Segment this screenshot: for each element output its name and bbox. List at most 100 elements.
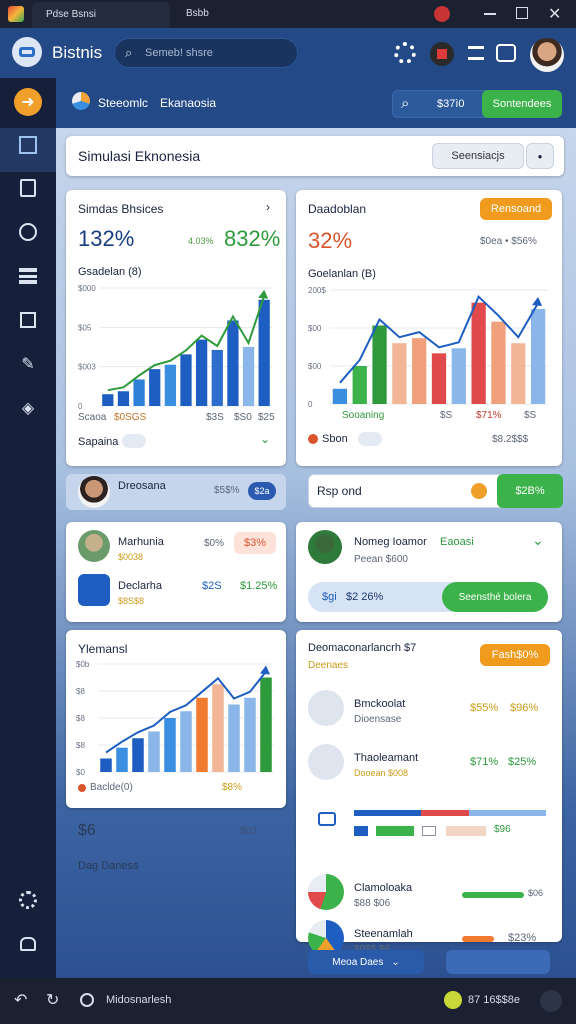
bar xyxy=(372,325,387,404)
row2-icon xyxy=(308,744,344,780)
card1-xlabel-3: $3S xyxy=(206,412,224,423)
row5-name: Steenamlah xyxy=(354,928,413,940)
bar xyxy=(116,747,128,772)
table-icon xyxy=(19,268,37,284)
item2-name: Declarha xyxy=(118,580,163,592)
refresh-icon[interactable]: ↻ xyxy=(46,990,59,1010)
response-button[interactable]: $2B% xyxy=(497,474,563,508)
card2-xlabel-3: $71% xyxy=(476,410,502,421)
y-tick-label: 0 xyxy=(308,400,313,408)
brand-logo-icon xyxy=(12,37,42,67)
bar xyxy=(117,391,130,406)
tab-steeomlc[interactable]: Steeomlc xyxy=(98,96,148,110)
item1-sub: $0038 xyxy=(118,552,144,562)
minimize-icon[interactable] xyxy=(484,13,496,15)
back-arrow-icon[interactable]: ➜ xyxy=(14,88,42,116)
dot-icon: ● xyxy=(537,151,543,161)
chart-card-3: Ylemansl $0b $8 $8 $8 $0 Baclde(0) $8% xyxy=(66,630,286,808)
bar xyxy=(132,738,144,772)
messages-icon[interactable] xyxy=(496,44,516,62)
accessibility-icon[interactable] xyxy=(540,990,562,1012)
dropdown-button[interactable]: Meoa Daes ⌄ xyxy=(308,950,424,974)
legend-dot xyxy=(78,784,86,792)
home-icon[interactable] xyxy=(80,993,94,1007)
address-text[interactable]: Midosnarlesh xyxy=(106,994,171,1006)
toggle[interactable] xyxy=(358,432,382,446)
sidebar-item-account[interactable] xyxy=(14,930,42,958)
sidebar-item-globe[interactable] xyxy=(14,218,42,246)
chart-card-2: Daadoblan Rensoand 32% $0ea • $56% Goela… xyxy=(296,190,562,466)
simulate-button[interactable]: Seensiacjs xyxy=(432,143,524,169)
cta-button[interactable]: Sontendees xyxy=(482,90,562,118)
notifications-icon[interactable] xyxy=(430,42,454,66)
legend-dot xyxy=(308,434,318,444)
progress-card: Nomeg Ioamor Eaoasi ⌄ Peean $600 $gi $2 … xyxy=(296,522,562,622)
chevron-down-icon[interactable]: ⌄ xyxy=(260,432,270,446)
sidebar-item-layers[interactable]: ◈ xyxy=(14,394,42,422)
bar xyxy=(412,338,427,404)
y-tick-label: $00 xyxy=(308,324,322,333)
profile-sub: Peean $600 xyxy=(354,554,408,565)
stacked-bar xyxy=(354,810,546,816)
toggle[interactable] xyxy=(122,434,146,448)
window-titlebar: Pdse Bsnsi Bsbb ✕ xyxy=(0,0,576,28)
contact-row[interactable]: Dreosana $5$% $2a xyxy=(66,474,286,510)
document-icon xyxy=(20,179,36,197)
user-avatar[interactable] xyxy=(530,38,564,72)
more-options-button[interactable]: ● xyxy=(526,143,554,169)
browser-tab[interactable]: Pdse Bsnsi xyxy=(32,2,170,28)
trend-arrow xyxy=(258,289,269,299)
record-icon[interactable] xyxy=(434,6,450,22)
search-icon: ⌕ xyxy=(401,95,410,112)
bar xyxy=(180,711,192,772)
globe-icon xyxy=(19,223,37,241)
app-name: Bistnis xyxy=(52,43,103,62)
bar xyxy=(451,348,466,404)
bar xyxy=(133,379,145,406)
search-icon: ⌕ xyxy=(125,45,133,60)
sidebar-item-frame[interactable] xyxy=(14,306,42,334)
response-input[interactable]: Rsp ond $2B% xyxy=(308,474,563,508)
menu-icon[interactable] xyxy=(468,46,484,60)
progress-button[interactable]: Seensthé bolera xyxy=(442,582,548,612)
chevron-right-icon[interactable]: › xyxy=(266,200,270,214)
chart-3: $0b $8 $8 $8 $0 xyxy=(76,660,274,777)
row2-v2: $25% xyxy=(508,756,537,768)
list-card: Deomaconarlancrh $7 Deenaes Fash$0% Bmck… xyxy=(296,630,562,956)
sidebar-item-table[interactable] xyxy=(14,262,42,290)
item1-avatar xyxy=(78,530,110,562)
close-icon[interactable]: ✕ xyxy=(548,4,561,24)
sidebar-item-active[interactable] xyxy=(0,128,56,172)
search-input[interactable]: ⌕ Semeb! shsre xyxy=(114,38,298,68)
card1-xlabel-1: Scaoa xyxy=(78,412,107,423)
app-logo-icon xyxy=(8,6,24,22)
card5-title: Ylemansl xyxy=(78,642,128,656)
sidebar: ➜ ✎ ◈ xyxy=(0,78,56,978)
sidebar-item-settings[interactable] xyxy=(14,886,42,914)
coin-icon xyxy=(471,483,487,499)
contact-name: Dreosana xyxy=(118,480,166,492)
bar xyxy=(102,394,114,406)
bar xyxy=(511,343,526,404)
bar xyxy=(332,388,348,404)
sidebar-item-edit[interactable]: ✎ xyxy=(14,350,42,378)
maximize-icon[interactable] xyxy=(516,7,528,19)
window-title: Bsbb xyxy=(186,8,209,19)
card2-title: Daadoblan xyxy=(308,202,367,216)
chevron-down-icon[interactable]: ⌄ xyxy=(532,532,544,549)
card1-chart-label: Gsadelan (8) xyxy=(78,266,142,278)
bar xyxy=(228,704,240,772)
settings-gear-icon[interactable] xyxy=(394,42,416,64)
contact-pill[interactable]: $2a xyxy=(248,482,276,500)
sidebar-item-documents[interactable] xyxy=(14,174,42,202)
y-tick-label: $0 xyxy=(76,768,85,777)
back-icon[interactable]: ↶ xyxy=(14,990,27,1010)
secondary-button[interactable] xyxy=(446,950,550,974)
tab-ekanaosia[interactable]: Ekanaosia xyxy=(160,96,216,110)
item1-name: Marhunia xyxy=(118,536,164,548)
row2-v1: $71% xyxy=(470,756,499,768)
item1-badge: $3% xyxy=(234,532,276,554)
frame-icon xyxy=(20,312,36,328)
y-tick-label: $003 xyxy=(78,363,96,372)
chart-1: $000 $05 $003 0 xyxy=(78,284,272,411)
